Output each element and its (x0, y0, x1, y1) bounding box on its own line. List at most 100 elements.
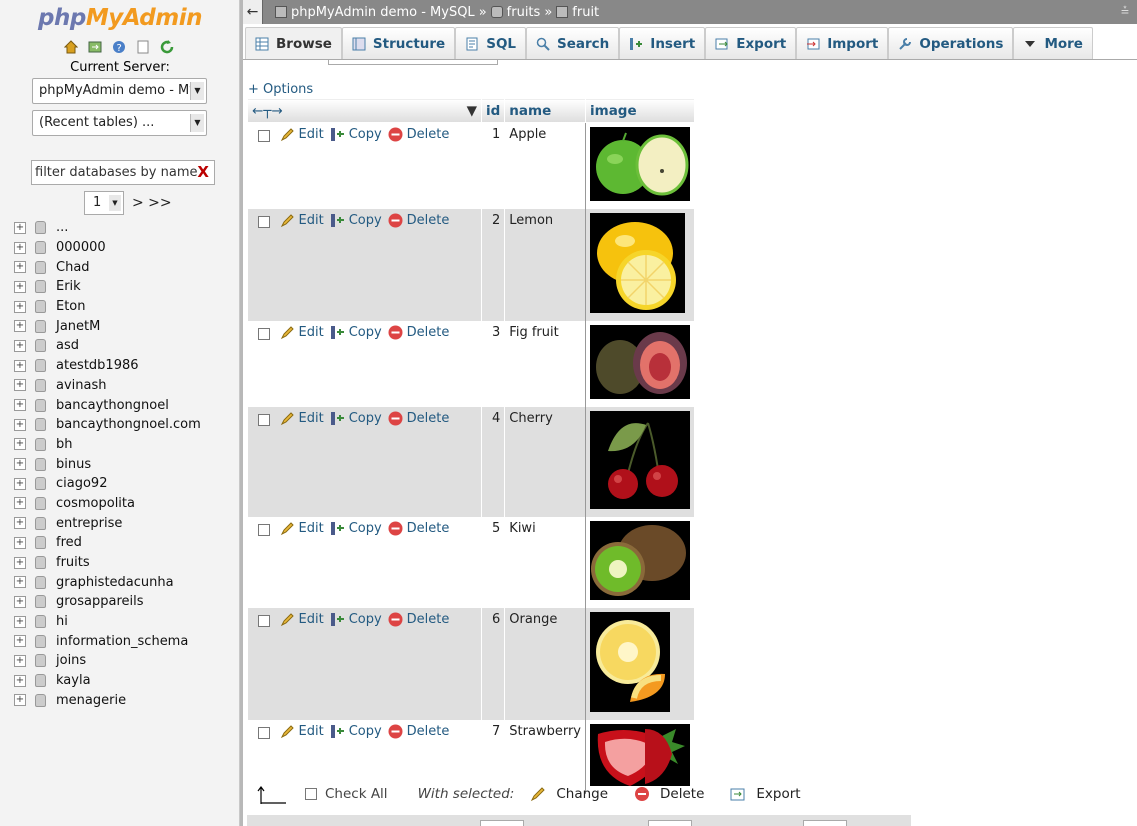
logout-icon[interactable] (87, 39, 103, 55)
edit-link[interactable]: Edit (280, 213, 324, 228)
database-item[interactable]: + fred (14, 533, 201, 553)
row-checkbox[interactable] (257, 727, 270, 739)
database-label[interactable]: atestdb1986 (56, 358, 139, 373)
database-item[interactable]: + information_schema (14, 631, 201, 651)
cell-image[interactable] (585, 122, 695, 209)
database-item[interactable]: + joins (14, 651, 201, 671)
expand-icon[interactable]: + (14, 320, 26, 333)
cell-id[interactable]: 5 (481, 517, 506, 608)
breadcrumb-database[interactable]: fruits (507, 5, 541, 20)
copy-link[interactable]: Copy (330, 612, 382, 627)
expand-icon[interactable]: + (14, 418, 26, 431)
clear-filter-icon[interactable]: X (197, 163, 209, 181)
cell-id[interactable]: 6 (481, 608, 506, 720)
expand-icon[interactable]: + (14, 497, 26, 510)
cell-name[interactable]: Kiwi (504, 517, 586, 608)
database-label[interactable]: asd (56, 338, 79, 353)
database-item[interactable]: + cosmopolita (14, 494, 201, 514)
expand-icon[interactable]: + (14, 615, 26, 628)
nav-input[interactable] (803, 820, 847, 826)
expand-icon[interactable]: + (14, 556, 26, 569)
database-item[interactable]: + atestdb1986 (14, 356, 201, 376)
cell-image[interactable] (585, 517, 695, 608)
cell-image[interactable] (585, 321, 695, 407)
database-label[interactable]: ... (56, 220, 68, 235)
row-checkbox[interactable] (257, 524, 270, 536)
copy-link[interactable]: Copy (330, 411, 382, 426)
cell-id[interactable]: 1 (481, 122, 506, 209)
edit-link[interactable]: Edit (280, 724, 324, 739)
breadcrumb-server[interactable]: phpMyAdmin demo - MySQL (291, 5, 475, 20)
cell-name[interactable]: Apple (504, 122, 586, 209)
edit-link[interactable]: Edit (280, 612, 324, 627)
cell-id[interactable]: 3 (481, 321, 506, 407)
database-label[interactable]: bancaythongnoel (56, 398, 169, 413)
delete-link[interactable]: Delete (388, 521, 449, 536)
documentation-icon[interactable] (135, 39, 151, 55)
check-all-checkbox[interactable] (305, 788, 317, 800)
help-icon[interactable]: ? (111, 39, 127, 55)
options-link[interactable]: + Options (248, 82, 313, 97)
database-label[interactable]: ciago92 (56, 476, 107, 491)
row-checkbox[interactable] (257, 414, 270, 426)
cell-image[interactable] (585, 209, 695, 321)
server-select[interactable]: phpMyAdmin demo - My ▼ (32, 78, 207, 104)
filter-databases-input[interactable]: filter databases by name X (31, 160, 215, 185)
cell-image[interactable] (585, 407, 695, 517)
expand-icon[interactable]: + (14, 359, 26, 372)
delete-link[interactable]: Delete (388, 411, 449, 426)
database-label[interactable]: fred (56, 535, 82, 550)
delete-link[interactable]: Delete (388, 127, 449, 142)
tab-insert[interactable]: Insert (619, 27, 706, 59)
database-label[interactable]: binus (56, 457, 91, 472)
delete-selected-button[interactable]: Delete (634, 786, 704, 802)
database-item[interactable]: + menagerie (14, 691, 201, 711)
database-label[interactable]: fruits (56, 555, 90, 570)
nav-input[interactable] (648, 820, 692, 826)
database-label[interactable]: Erik (56, 279, 81, 294)
database-item[interactable]: + bancaythongnoel (14, 395, 201, 415)
database-item[interactable]: + ciago92 (14, 474, 201, 494)
column-header-image[interactable]: image (585, 98, 695, 123)
tab-export[interactable]: Export (705, 27, 797, 59)
database-item[interactable]: + asd (14, 336, 201, 356)
database-item[interactable]: + fruits (14, 553, 201, 573)
phpmyadmin-logo[interactable]: phpMyAdmin (38, 5, 202, 31)
column-resize-header[interactable]: ←┬→ ▼ (247, 98, 482, 123)
database-item[interactable]: + binus (14, 454, 201, 474)
expand-icon[interactable]: + (14, 654, 26, 667)
collapse-top-icon[interactable]: ⩮ (1121, 3, 1129, 19)
row-checkbox[interactable] (257, 328, 270, 340)
expand-icon[interactable]: + (14, 339, 26, 352)
expand-icon[interactable]: + (14, 261, 26, 274)
database-item[interactable]: + grosappareils (14, 592, 201, 612)
sidebar-resizer[interactable] (240, 0, 243, 826)
cell-name[interactable]: Orange (504, 608, 586, 720)
expand-icon[interactable]: + (14, 458, 26, 471)
row-checkbox[interactable] (257, 615, 270, 627)
expand-icon[interactable]: + (14, 280, 26, 293)
expand-icon[interactable]: + (14, 438, 26, 451)
expand-icon[interactable]: + (14, 694, 26, 707)
database-label[interactable]: cosmopolita (56, 496, 135, 511)
database-item[interactable]: + Eton (14, 297, 201, 317)
delete-link[interactable]: Delete (388, 724, 449, 739)
tab-search[interactable]: Search (526, 27, 620, 59)
check-all-label[interactable]: Check All (325, 786, 388, 802)
database-label[interactable]: JanetM (56, 319, 100, 334)
database-item[interactable]: + bancaythongnoel.com (14, 415, 201, 435)
recent-tables-select[interactable]: (Recent tables) ... ▼ (32, 110, 207, 136)
cell-id[interactable]: 4 (481, 407, 506, 517)
row-checkbox[interactable] (257, 216, 270, 228)
cell-name[interactable]: Fig fruit (504, 321, 586, 407)
change-selected-button[interactable]: Change (530, 786, 608, 802)
database-item[interactable]: + entreprise (14, 513, 201, 533)
sort-dropdown-icon[interactable]: ▼ (467, 103, 477, 119)
column-header-id[interactable]: id (480, 98, 506, 123)
expand-icon[interactable]: + (14, 221, 26, 234)
tab-browse[interactable]: Browse (245, 27, 342, 59)
database-label[interactable]: kayla (56, 673, 91, 688)
column-arrows-icon[interactable]: ←┬→ (252, 103, 283, 119)
expand-icon[interactable]: + (14, 635, 26, 648)
database-label[interactable]: 000000 (56, 240, 106, 255)
